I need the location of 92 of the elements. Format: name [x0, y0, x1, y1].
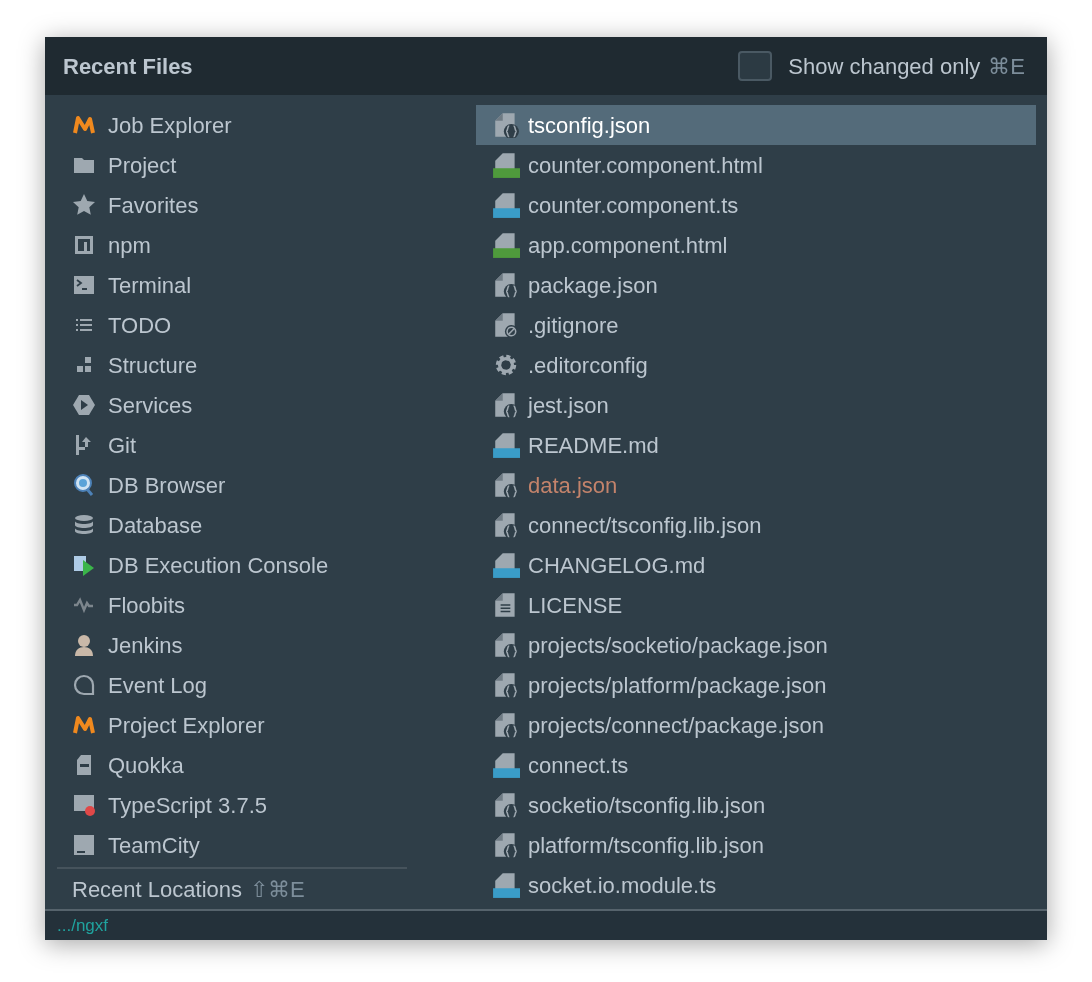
tool-window-item[interactable]: Project — [108, 148, 177, 182]
database-icon — [72, 513, 96, 537]
ts-file-icon — [492, 192, 520, 218]
file-name: tsconfig.json — [528, 111, 651, 140]
file-name: CHANGELOG.md — [528, 551, 706, 580]
ignored-file-icon — [492, 312, 520, 338]
file-name: app.component.html — [528, 231, 728, 260]
html-file-icon — [492, 232, 520, 258]
file-list-item[interactable]: connect.ts — [476, 745, 1036, 785]
ts-file-icon — [492, 872, 520, 898]
magnifier-icon — [72, 473, 96, 497]
file-list-item[interactable]: .gitignore — [476, 305, 1036, 345]
tool-window-item[interactable]: DB Execution Console — [108, 548, 329, 582]
play-icon — [72, 393, 96, 417]
file-name: data.json — [528, 471, 618, 500]
file-list-item[interactable]: platform/tsconfig.lib.json — [476, 825, 1036, 865]
tool-window-item[interactable]: Floobits — [108, 588, 186, 622]
terminal-icon — [72, 273, 96, 297]
file-list-item[interactable]: counter.component.html — [476, 145, 1036, 185]
file-list-item[interactable]: README.md — [476, 425, 1036, 465]
tool-window-item[interactable]: Structure — [108, 348, 198, 382]
json-file-icon — [492, 672, 520, 698]
checkbox-label[interactable]: Show changed only — [788, 49, 981, 83]
window-title: Recent Files — [63, 52, 193, 81]
file-list-item[interactable]: counter.component.ts — [476, 185, 1036, 225]
tool-window-item[interactable]: Quokka — [108, 748, 184, 782]
json-file-icon — [492, 832, 520, 858]
tool-window-item[interactable]: Favorites — [108, 188, 199, 222]
file-name: projects/platform/package.json — [528, 671, 827, 700]
file-name: connect/tsconfig.lib.json — [528, 511, 762, 540]
star-icon — [72, 193, 96, 217]
file-name: README.md — [528, 431, 659, 460]
checkbox[interactable] — [738, 51, 773, 81]
tool-window-item[interactable]: Job Explorer — [108, 108, 232, 142]
file-name: socketio/tsconfig.lib.json — [528, 791, 766, 820]
file-name: jest.json — [528, 391, 609, 420]
tool-window-item[interactable]: Project Explorer — [108, 708, 265, 742]
file-list-item[interactable]: jest.json — [476, 385, 1036, 425]
file-name: socket.io.module.ts — [528, 871, 717, 900]
json-file-icon — [492, 512, 520, 538]
tool-window-item[interactable]: Jenkins — [108, 628, 183, 662]
tool-window-item[interactable]: Event Log — [108, 668, 208, 702]
html-file-icon — [492, 152, 520, 178]
file-name: connect.ts — [528, 751, 629, 780]
file-list-item[interactable]: socket.io.module.ts — [476, 865, 1036, 905]
file-list-item[interactable]: LICENSE — [476, 585, 1036, 625]
tool-window-item[interactable]: TeamCity — [108, 828, 200, 862]
project-path: .../ngxf — [57, 914, 109, 937]
json-file-icon — [492, 632, 520, 658]
file-name: projects/connect/package.json — [528, 711, 824, 740]
md-file-icon — [492, 552, 520, 578]
json-file-icon — [492, 792, 520, 818]
tool-window-item[interactable]: TODO — [108, 308, 172, 342]
tool-window-item[interactable]: npm — [108, 228, 151, 262]
tool-window-item[interactable]: Services — [108, 388, 193, 422]
tool-window-item[interactable]: Database — [108, 508, 203, 542]
file-list-item[interactable]: app.component.html — [476, 225, 1036, 265]
file-name: package.json — [528, 271, 658, 300]
json-file-icon — [492, 472, 520, 498]
console-icon — [72, 553, 96, 577]
tool-window-item[interactable]: DB Browser — [108, 468, 226, 502]
file-name: counter.component.html — [528, 151, 763, 180]
file-name: .editorconfig — [528, 351, 648, 380]
shortcut-label: ⌘E — [988, 52, 1025, 81]
file-list-item[interactable]: .editorconfig — [476, 345, 1036, 385]
file-list-item[interactable]: data.json — [476, 465, 1036, 505]
file-list-item[interactable]: projects/socketio/package.json — [476, 625, 1036, 665]
file-name: platform/tsconfig.lib.json — [528, 831, 764, 860]
file-list-item[interactable]: connect/tsconfig.lib.json — [476, 505, 1036, 545]
avatar-icon — [72, 633, 96, 657]
file-list-item[interactable]: projects/platform/package.json — [476, 665, 1036, 705]
file-list-item[interactable]: projects/connect/package.json — [476, 705, 1036, 745]
tool-window-item[interactable]: Terminal — [108, 268, 192, 302]
file-name: .gitignore — [528, 311, 619, 340]
recent-locations-link[interactable]: Recent Locations — [72, 872, 242, 906]
file-list-item[interactable]: package.json — [476, 265, 1036, 305]
json-file-icon — [492, 712, 520, 738]
json-file-icon — [492, 392, 520, 418]
tool-window-item[interactable]: Git — [108, 428, 137, 462]
shortcut-label: ⇧⌘E — [250, 875, 305, 904]
file-name: LICENSE — [528, 591, 623, 620]
json-file-icon — [492, 272, 520, 298]
file-name: projects/socketio/package.json — [528, 631, 828, 660]
speech-bubble-icon — [72, 673, 96, 697]
file-name: counter.component.ts — [528, 191, 739, 220]
ts-file-icon — [492, 752, 520, 778]
file-list-item[interactable]: socketio/tsconfig.lib.json — [476, 785, 1036, 825]
tool-window-item[interactable]: TypeScript 3.7.5 — [108, 788, 267, 822]
file-list-item[interactable]: CHANGELOG.md — [476, 545, 1036, 585]
json-file-icon — [492, 112, 520, 138]
file-list-item[interactable]: tsconfig.json — [476, 105, 1036, 145]
md-file-icon — [492, 432, 520, 458]
